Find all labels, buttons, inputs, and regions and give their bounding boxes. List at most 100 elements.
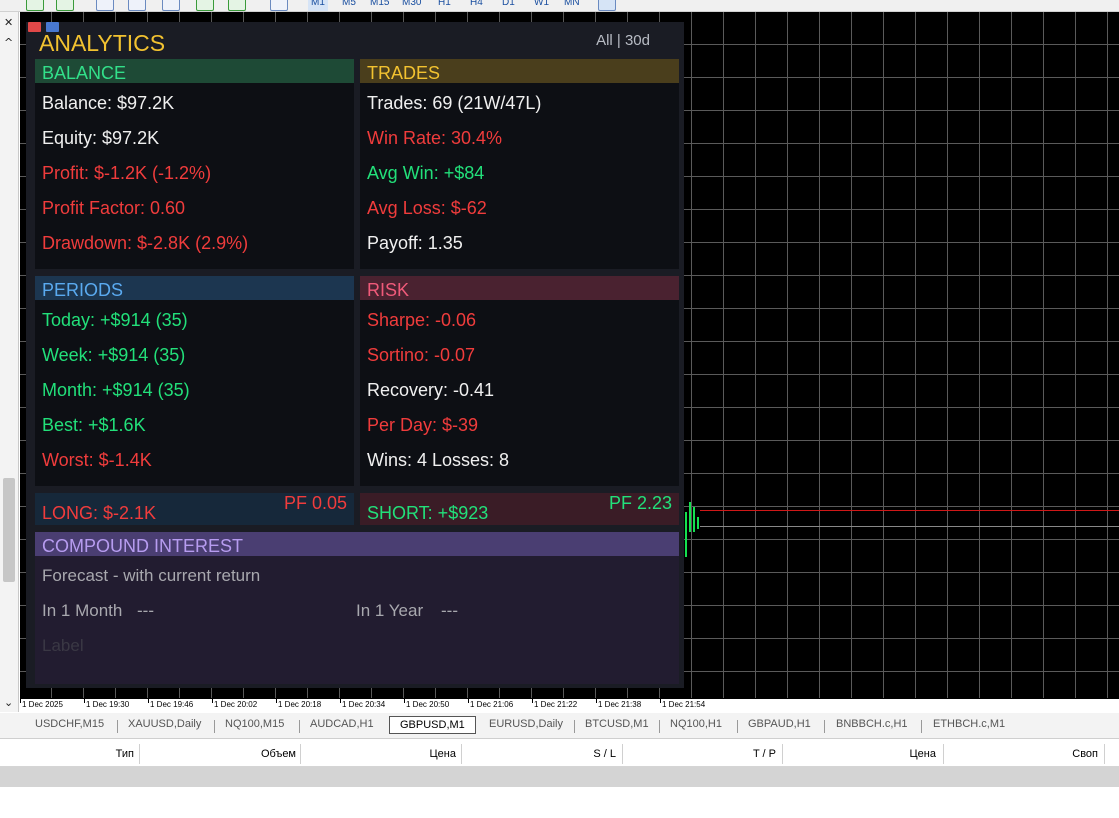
- timeframe-m5[interactable]: M5: [342, 0, 356, 11]
- range-selector[interactable]: All | 30d: [596, 32, 650, 49]
- avg-loss-value: Avg Loss: $-62: [367, 198, 487, 218]
- month-value: Month: +$914 (35): [42, 380, 190, 400]
- text-icon[interactable]: [834, 0, 852, 11]
- time-label: 1 Dec 20:18: [278, 700, 322, 709]
- month-forecast-label: In 1 Month: [42, 601, 123, 620]
- timeframe-h1[interactable]: H1: [438, 0, 451, 11]
- time-label: 1 Dec 20:50: [406, 700, 450, 709]
- forecast-text: Forecast - with current return: [42, 566, 261, 585]
- drawdown-value: Drawdown: $-2.8K (2.9%): [42, 233, 249, 253]
- crosshair-icon[interactable]: [628, 0, 646, 11]
- toolbar: M1 M5 M15 M30 H1 H4 D1 W1 MN: [0, 0, 1119, 12]
- grid-icon[interactable]: [162, 0, 180, 11]
- trend-icon[interactable]: [56, 0, 74, 11]
- timeframe-h4[interactable]: H4: [470, 0, 483, 11]
- placeholder-label: Label: [42, 636, 84, 655]
- trendline-icon[interactable]: [736, 0, 754, 11]
- timeframe-mn[interactable]: MN: [564, 0, 580, 11]
- tab-eurusd-daily[interactable]: EURUSD,Daily: [489, 718, 563, 730]
- timeframe-m30[interactable]: M30: [402, 0, 421, 11]
- recovery-value: Recovery: -0.41: [367, 380, 495, 400]
- chart-type-icon[interactable]: [26, 0, 44, 11]
- column-type[interactable]: Тип: [100, 748, 134, 760]
- screenshot-icon[interactable]: [270, 0, 288, 11]
- sortino-value: Sortino: -0.07: [367, 345, 476, 365]
- tab-gbpusd-m1[interactable]: GBPUSD,M1: [389, 716, 476, 734]
- periods-card: PERIODS Today: +$914 (35) Week: +$914 (3…: [35, 276, 354, 486]
- scroll-down-icon[interactable]: ⌄: [4, 696, 13, 709]
- timeframe-m1[interactable]: M1: [308, 0, 328, 11]
- channel-icon[interactable]: [768, 0, 786, 11]
- shapes-icon[interactable]: [864, 0, 882, 11]
- tab-ethbch-m1[interactable]: ETHBCH.c,M1: [933, 718, 1005, 730]
- tab-xauusd-daily[interactable]: XAUUSD,Daily: [128, 718, 201, 730]
- scrollbar-thumb[interactable]: [3, 478, 15, 582]
- column-volume[interactable]: Объем: [240, 748, 296, 760]
- candle: [697, 517, 699, 529]
- terminal-window: M1 M5 M15 M30 H1 H4 D1 W1 MN ✕ ^ ⌄ ANALY…: [0, 0, 1119, 818]
- long-pf-value: PF 0.05: [283, 493, 347, 513]
- column-sl[interactable]: S / L: [560, 748, 616, 760]
- tab-bnbbch-h1[interactable]: BNBBCH.c,H1: [836, 718, 908, 730]
- short-value: SHORT: +$923: [367, 503, 489, 523]
- risk-card: RISK Sharpe: -0.06 Sortino: -0.07 Recove…: [360, 276, 679, 486]
- payoff-value: Payoff: 1.35: [367, 233, 463, 253]
- month-forecast-value: ---: [137, 601, 154, 620]
- panel-title: ANALYTICS: [39, 30, 166, 56]
- analytics-panel: ANALYTICS All | 30d BALANCE Balance: $97…: [26, 22, 684, 688]
- trades-title: TRADES: [367, 63, 441, 83]
- win-rate-value: Win Rate: 30.4%: [367, 128, 503, 148]
- timeframe-m15[interactable]: M15: [370, 0, 389, 11]
- balance-title: BALANCE: [42, 63, 127, 83]
- tab-nq100-m15[interactable]: NQ100,M15: [225, 718, 284, 730]
- profit-value: Profit: $-1.2K (-1.2%): [42, 163, 212, 183]
- trades-card: TRADES Trades: 69 (21W/47L) Win Rate: 30…: [360, 59, 679, 269]
- close-icon[interactable]: ✕: [4, 16, 13, 29]
- column-current-price[interactable]: Цена: [880, 748, 936, 760]
- tab-usdchf-m15[interactable]: USDCHF,M15: [35, 718, 104, 730]
- tab-audcad-h1[interactable]: AUDCAD,H1: [310, 718, 374, 730]
- equity-value: Equity: $97.2K: [42, 128, 160, 148]
- time-label: 1 Dec 21:06: [470, 700, 514, 709]
- column-swap[interactable]: Своп: [1040, 748, 1098, 760]
- candle: [685, 512, 687, 557]
- time-label: 1 Dec 21:22: [534, 700, 578, 709]
- long-summary: LONG: $-2.1K PF 0.05: [35, 493, 354, 525]
- vertical-line-icon[interactable]: [676, 0, 694, 11]
- compound-title: COMPOUND INTEREST: [42, 536, 244, 556]
- time-label: 1 Dec 20:34: [342, 700, 386, 709]
- candle: [693, 507, 695, 532]
- time-label: 1 Dec 19:46: [150, 700, 194, 709]
- left-gutter: ✕ ^ ⌄: [0, 12, 19, 712]
- zoom-out-icon[interactable]: [128, 0, 146, 11]
- trade-table-header: Тип Объем Цена S / L T / P Цена Своп: [0, 740, 1119, 767]
- timeframe-w1[interactable]: W1: [534, 0, 549, 11]
- balance-value: Balance: $97.2K: [42, 93, 175, 113]
- worst-value: Worst: $-1.4K: [42, 450, 152, 470]
- tab-gbpaud-h1[interactable]: GBPAUD,H1: [748, 718, 811, 730]
- compound-card: COMPOUND INTEREST Forecast - with curren…: [35, 532, 679, 684]
- bid-price-line: [700, 510, 1119, 511]
- short-summary: SHORT: +$923 PF 2.23: [360, 493, 679, 525]
- cursor-icon[interactable]: [598, 0, 616, 11]
- autoscroll-icon[interactable]: [196, 0, 214, 11]
- tab-btcusd-m1[interactable]: BTCUSD,M1: [585, 718, 649, 730]
- chart-shift-icon[interactable]: [228, 0, 246, 11]
- horizontal-line-icon[interactable]: [706, 0, 724, 11]
- time-label: 1 Dec 20:02: [214, 700, 258, 709]
- periods-title: PERIODS: [42, 280, 124, 300]
- tab-nq100-h1[interactable]: NQ100,H1: [670, 718, 722, 730]
- fibonacci-icon[interactable]: [800, 0, 818, 11]
- column-price[interactable]: Цена: [400, 748, 456, 760]
- wins-losses-value: Wins: 4 Losses: 8: [367, 450, 510, 470]
- zoom-in-icon[interactable]: [96, 0, 114, 11]
- time-label: 1 Dec 21:54: [662, 700, 706, 709]
- avg-win-value: Avg Win: +$84: [367, 163, 485, 183]
- timeframe-d1[interactable]: D1: [502, 0, 515, 11]
- today-value: Today: +$914 (35): [42, 310, 188, 330]
- column-tp[interactable]: T / P: [720, 748, 776, 760]
- candle: [689, 502, 691, 532]
- year-forecast-value: ---: [441, 601, 458, 620]
- best-value: Best: +$1.6K: [42, 415, 146, 435]
- scroll-up-icon[interactable]: ^: [4, 36, 13, 49]
